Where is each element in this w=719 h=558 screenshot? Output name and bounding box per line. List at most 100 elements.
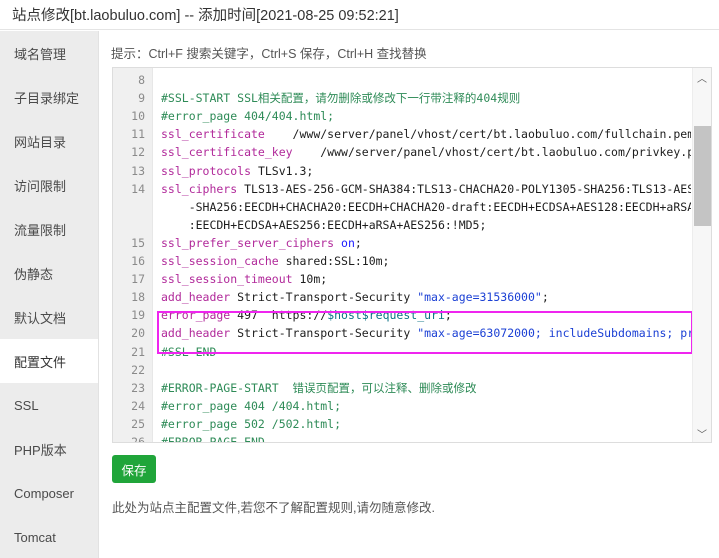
shortcut-hint: 提示：Ctrl+F 搜索关键字，Ctrl+S 保存，Ctrl+H 查找替换 <box>111 47 427 61</box>
code-token: #SSL-END <box>161 344 217 359</box>
line-number: 13 <box>131 163 145 178</box>
sidebar-item-label: 流量限制 <box>14 222 67 238</box>
sidebar-item-label: 网站目录 <box>14 134 67 150</box>
sidebar-item-0[interactable]: 域名管理 <box>0 31 98 75</box>
main-panel: 提示：Ctrl+F 搜索关键字，Ctrl+S 保存，Ctrl+H 查找替换 78… <box>100 31 719 558</box>
code-token: ssl_certificate_key <box>161 145 293 160</box>
config-code-editor[interactable]: 7891011121314 15161718192021222324252627… <box>112 67 712 443</box>
code-token: Strict-Transport-Security <box>230 290 418 305</box>
code-line[interactable]: #error_page 404/404.html; <box>161 107 691 125</box>
code-token: Strict-Transport-Security <box>230 326 418 341</box>
code-line[interactable]: ssl_ciphers TLS13-AES-256-GCM-SHA384:TLS… <box>161 180 691 198</box>
code-token: ssl_prefer_server_ciphers <box>161 235 335 250</box>
sidebar-item-label: 域名管理 <box>14 46 67 62</box>
sidebar-item-6[interactable]: 默认文档 <box>0 295 98 339</box>
code-token: 497 https:// <box>230 308 328 323</box>
line-number: 15 <box>131 235 145 250</box>
code-token: ssl_session_cache <box>161 254 279 269</box>
line-number: 12 <box>131 145 145 160</box>
sidebar-item-label: SSL <box>14 397 39 413</box>
code-line[interactable] <box>161 71 691 89</box>
code-token: #ERROR-PAGE-END <box>161 434 265 442</box>
code-token: #ERROR-PAGE-START 错误页配置，可以注释、删除或修改 <box>161 380 477 395</box>
sidebar-item-4[interactable]: 流量限制 <box>0 207 98 251</box>
config-footnote: 此处为站点主配置文件,若您不了解配置规则,请勿随意修改. <box>112 501 435 515</box>
editor-gutter: 7891011121314 15161718192021222324252627 <box>113 68 153 442</box>
sidebar-item-8[interactable]: SSL <box>0 383 98 427</box>
code-line[interactable]: #ERROR-PAGE-START 错误页配置，可以注释、删除或修改 <box>161 379 691 397</box>
code-token: add_header <box>161 326 231 341</box>
sidebar[interactable]: 域名管理子目录绑定网站目录访问限制流量限制伪静态默认文档配置文件 SSL PHP版本… <box>0 31 99 558</box>
chevron-down-icon[interactable]: ﹀ <box>693 424 711 442</box>
code-token: "max-age=63072000; includeSubdomains; pr… <box>417 326 691 341</box>
code-line[interactable]: ssl_prefer_server_ciphers on; <box>161 234 691 252</box>
code-token: #404 /www/wwwroot/bt.laobuluo.com; <box>161 68 396 69</box>
code-token: ssl_ciphers <box>161 181 238 196</box>
line-number: 9 <box>138 91 145 106</box>
sidebar-item-label: 默认文档 <box>14 310 67 326</box>
line-number: 19 <box>131 308 145 323</box>
code-line[interactable]: #error_page 502 /502.html; <box>161 415 691 433</box>
save-button[interactable]: 保存 <box>112 455 156 483</box>
window-titlebar: 站点修改[bt.laobuluo.com] -- 添加时间[2021-08-25… <box>0 0 719 30</box>
editor-vertical-scrollbar[interactable]: ︿ ﹀ <box>692 68 711 442</box>
code-line[interactable]: error_page 497 https://$host$request_uri… <box>161 306 691 324</box>
sidebar-item-label: Composer <box>14 485 74 501</box>
code-token: on <box>341 235 355 250</box>
code-line[interactable]: ssl_session_cache shared:SSL:10m; <box>161 252 691 270</box>
sidebar-item-11[interactable]: Tomcat <box>0 515 98 558</box>
code-line[interactable]: ssl_certificate_key /www/server/panel/vh… <box>161 143 691 161</box>
window-title: 站点修改[bt.laobuluo.com] -- 添加时间[2021-08-25… <box>12 8 399 24</box>
line-number <box>113 198 152 216</box>
line-number: 20 <box>131 326 145 341</box>
sidebar-item-label: 子目录绑定 <box>14 90 80 106</box>
code-token: add_header <box>161 290 231 305</box>
code-line[interactable]: add_header Strict-Transport-Security "ma… <box>161 324 691 342</box>
sidebar-item-label: PHP版本 <box>14 442 67 458</box>
line-number: 21 <box>131 344 145 359</box>
code-line[interactable]: :EECDH+ECDSA+AES256:EECDH+aRSA+AES256:!M… <box>161 216 691 234</box>
code-line[interactable]: #error_page 404 /404.html; <box>161 397 691 415</box>
code-token: ; <box>354 235 362 250</box>
line-number: 23 <box>131 380 145 395</box>
code-token: /www/server/panel/vhost/cert/bt.laobuluo… <box>264 127 691 142</box>
sidebar-item-1[interactable]: 子目录绑定 <box>0 75 98 119</box>
chevron-up-icon[interactable]: ︿ <box>693 68 711 86</box>
code-line[interactable]: #SSL-END <box>161 343 691 361</box>
code-token: #error_page 404/404.html; <box>161 109 335 124</box>
code-token: -SHA256:EECDH+CHACHA20:EECDH+CHACHA20-dr… <box>161 199 691 214</box>
code-token: $host$request_uri <box>327 308 445 323</box>
code-token: /www/server/panel/vhost/cert/bt.laobuluo… <box>292 145 691 160</box>
code-token: :EECDH+ECDSA+AES256:EECDH+aRSA+AES256:!M… <box>161 217 487 232</box>
code-line[interactable] <box>161 361 691 379</box>
line-number: 24 <box>131 398 145 413</box>
sidebar-item-5[interactable]: 伪静态 <box>0 251 98 295</box>
scrollbar-thumb[interactable] <box>694 126 711 226</box>
code-line[interactable]: ssl_session_timeout 10m; <box>161 270 691 288</box>
line-number <box>113 216 152 234</box>
line-number: 16 <box>131 254 145 269</box>
code-line[interactable]: #ERROR-PAGE-END <box>161 433 691 442</box>
line-number: 17 <box>131 272 145 287</box>
code-line[interactable]: #SSL-START SSL相关配置，请勿删除或修改下一行带注释的404规则 <box>161 89 691 107</box>
line-number: 11 <box>131 127 145 142</box>
sidebar-item-3[interactable]: 访问限制 <box>0 163 98 207</box>
code-token: 10m; <box>292 272 328 287</box>
sidebar-item-9[interactable]: PHP版本 <box>0 427 98 471</box>
line-number: 14 <box>131 181 145 196</box>
code-line[interactable]: ssl_certificate /www/server/panel/vhost/… <box>161 125 691 143</box>
sidebar-item-label: Tomcat <box>14 529 56 545</box>
code-line[interactable]: add_header Strict-Transport-Security "ma… <box>161 288 691 306</box>
code-token: #SSL-START SSL相关配置，请勿删除或修改下一行带注释的404规则 <box>161 91 521 106</box>
code-line[interactable]: -SHA256:EECDH+CHACHA20:EECDH+CHACHA20-dr… <box>161 198 691 216</box>
code-token: TLS13-AES-256-GCM-SHA384:TLS13-CHACHA20-… <box>244 181 691 196</box>
code-token: TLSv1.3; <box>251 163 314 178</box>
editor-code-area[interactable]: #404 /www/wwwroot/bt.laobuluo.com; #SSL-… <box>161 68 691 442</box>
sidebar-item-2[interactable]: 网站目录 <box>0 119 98 163</box>
code-line[interactable]: ssl_protocols TLSv1.3; <box>161 162 691 180</box>
sidebar-item-10[interactable]: Composer <box>0 471 98 515</box>
code-token: "max-age=31536000" <box>417 290 542 305</box>
code-token: shared:SSL:10m; <box>278 254 390 269</box>
sidebar-item-7[interactable]: 配置文件 <box>0 339 98 383</box>
